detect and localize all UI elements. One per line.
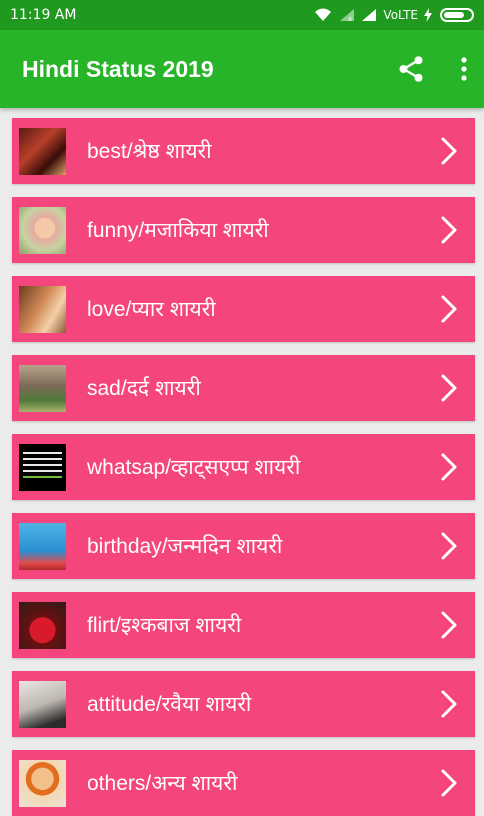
category-label: others/अन्य शायरी bbox=[87, 772, 238, 795]
category-label: best/श्रेष्ठ शायरी bbox=[87, 140, 212, 163]
category-label: whatsap/व्हाट्सएप्प शायरी bbox=[87, 456, 301, 479]
category-flirt[interactable]: flirt/इश्कबाज शायरी bbox=[12, 592, 475, 658]
chevron-right-icon bbox=[441, 216, 457, 244]
category-label: funny/मजाकिया शायरी bbox=[87, 219, 269, 242]
best-thumbnail bbox=[19, 127, 66, 175]
category-love[interactable]: love/प्यार शायरी bbox=[12, 276, 475, 342]
category-label: birthday/जन्मदिन शायरी bbox=[87, 535, 283, 558]
category-funny[interactable]: funny/मजाकिया शायरी bbox=[12, 197, 475, 263]
wifi-icon bbox=[315, 8, 332, 21]
chevron-right-icon bbox=[441, 374, 457, 402]
category-list: best/श्रेष्ठ शायरी funny/मजाकिया शायरी l… bbox=[0, 108, 484, 816]
love-thumbnail bbox=[19, 285, 66, 333]
chevron-right-icon bbox=[441, 295, 457, 323]
funny-thumbnail bbox=[19, 206, 66, 254]
birthday-thumbnail bbox=[19, 522, 66, 570]
category-label: attitude/रवैया शायरी bbox=[87, 693, 252, 716]
svg-text:x: x bbox=[348, 15, 352, 22]
battery-icon bbox=[440, 8, 474, 22]
category-whatsapp[interactable]: whatsap/व्हाट्सएप्प शायरी bbox=[12, 434, 475, 500]
chevron-right-icon bbox=[441, 453, 457, 481]
category-label: sad/दर्द शायरी bbox=[87, 377, 201, 400]
category-label: love/प्यार शायरी bbox=[87, 298, 216, 321]
status-time: 11:19 AM bbox=[10, 7, 77, 23]
more-vertical-icon bbox=[461, 57, 467, 81]
category-label: flirt/इश्कबाज शायरी bbox=[87, 614, 242, 637]
category-others[interactable]: others/अन्य शायरी bbox=[12, 750, 475, 816]
overflow-menu-button[interactable] bbox=[460, 56, 468, 82]
chevron-right-icon bbox=[441, 690, 457, 718]
category-birthday[interactable]: birthday/जन्मदिन शायरी bbox=[12, 513, 475, 579]
chevron-right-icon bbox=[441, 137, 457, 165]
category-sad[interactable]: sad/दर्द शायरी bbox=[12, 355, 475, 421]
share-button[interactable] bbox=[396, 54, 426, 84]
chevron-right-icon bbox=[441, 769, 457, 797]
status-bar: 11:19 AM x VoLTE bbox=[0, 0, 484, 30]
category-best[interactable]: best/श्रेष्ठ शायरी bbox=[12, 118, 475, 184]
app-title: Hindi Status 2019 bbox=[22, 55, 214, 82]
app-bar: Hindi Status 2019 bbox=[0, 30, 484, 108]
category-attitude[interactable]: attitude/रवैया शायरी bbox=[12, 671, 475, 737]
signal-icon bbox=[362, 9, 377, 21]
network-label: VoLTE bbox=[383, 8, 418, 22]
chevron-right-icon bbox=[441, 532, 457, 560]
signal-icon: x bbox=[340, 9, 355, 22]
chevron-right-icon bbox=[441, 611, 457, 639]
status-icons: x VoLTE bbox=[313, 7, 474, 23]
attitude-thumbnail bbox=[19, 680, 66, 728]
charging-icon bbox=[424, 8, 432, 22]
share-icon bbox=[399, 56, 423, 82]
whatsapp-thumbnail bbox=[19, 443, 66, 491]
others-thumbnail bbox=[19, 759, 66, 807]
flirt-thumbnail bbox=[19, 601, 66, 649]
sad-thumbnail bbox=[19, 364, 66, 412]
